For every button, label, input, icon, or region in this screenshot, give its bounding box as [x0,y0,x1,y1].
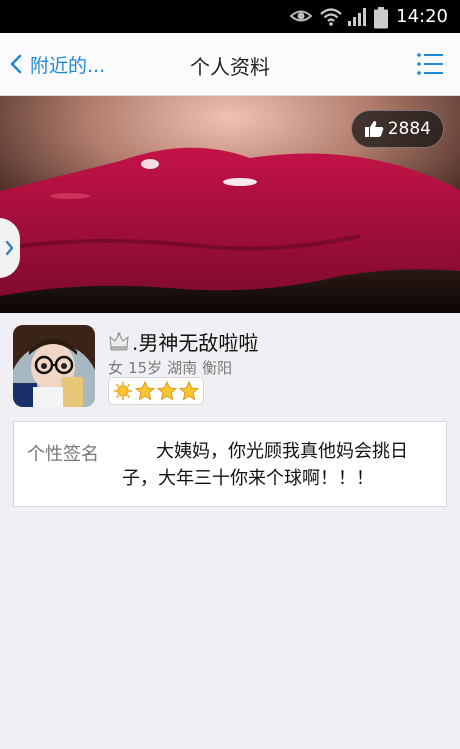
signature-card: 个性签名 大姨妈，你光顾我真他妈会挑日子，大年三十你来个球啊！！！ [13,421,447,507]
crown-icon [109,332,129,351]
name-row: .男神无敌啦啦 [108,327,258,355]
level-badge[interactable] [108,377,204,405]
signature-label: 个性签名 [27,444,99,465]
user-meta: 女 15岁 湖南 衡阳 [108,357,237,378]
star-icon [157,381,177,401]
like-button[interactable]: 2884 [350,110,444,148]
status-bar: 14:20 [0,0,460,33]
status-time: 14:20 [396,6,448,27]
user-city: 衡阳 [202,359,233,377]
back-label: 附近的... [30,54,106,77]
star-icon [135,381,155,401]
back-button[interactable]: 附近的... [10,49,105,79]
wifi-icon [320,8,342,26]
user-gender: 女 [108,359,124,377]
chevron-right-icon [5,240,14,256]
chevron-left-icon [10,54,22,74]
battery-icon [374,7,388,29]
signal-icon [348,8,366,26]
user-province: 湖南 [167,359,198,377]
signature-text: 大姨妈，你光顾我真他妈会挑日子，大年三十你来个球啊！！！ [122,441,408,489]
user-age: 15岁 [128,359,163,377]
user-name: .男神无敌啦啦 [132,330,259,355]
list-icon [417,53,443,75]
profile-cover-photo[interactable]: 2884 [0,96,460,313]
nav-bar: 附近的... 个人资料 [0,33,460,96]
eye-icon [290,10,312,22]
sun-icon [114,382,132,400]
like-count: 2884 [387,119,431,139]
avatar[interactable] [13,325,95,407]
profile-header: .男神无敌啦啦 女 15岁 湖南 衡阳 [0,313,460,413]
menu-button[interactable] [416,51,444,77]
avatar-image [13,325,95,407]
thumbs-up-icon [364,121,384,137]
star-icon [179,381,199,401]
